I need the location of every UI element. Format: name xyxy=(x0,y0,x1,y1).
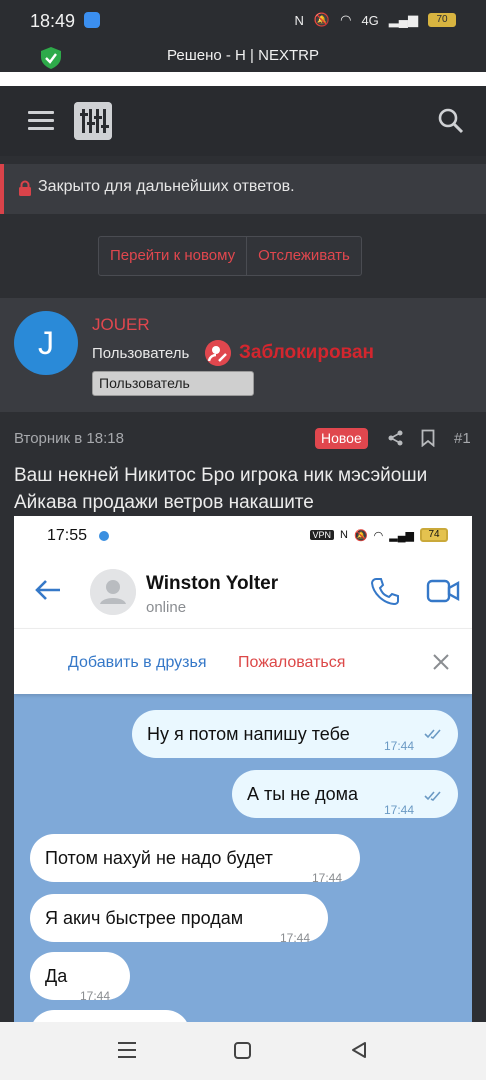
home-icon[interactable] xyxy=(234,1042,251,1059)
video-call-icon xyxy=(426,579,460,603)
user-title-badge: Пользователь xyxy=(92,371,254,396)
contact-status: online xyxy=(146,599,187,616)
message-text: А ты не дома xyxy=(247,784,359,804)
app-notification-icon xyxy=(84,12,100,28)
divider xyxy=(0,72,486,86)
signal-icon: ▂▄▆ xyxy=(388,12,418,27)
wifi-icon: ◠ xyxy=(373,529,384,542)
battery-icon: 74 xyxy=(420,528,448,542)
closed-notice: Закрыто для дальнейших ответов. xyxy=(0,164,486,214)
mute-icon: 🔕 xyxy=(353,529,368,542)
embedded-status-bar: 17:55 VPN N 🔕 ◠ ▂▄▆ 74 xyxy=(14,516,472,556)
post-body-text: Ваш некней Никитос Бро игрока ник мэсэйо… xyxy=(14,465,428,513)
read-checkmarks-icon xyxy=(424,791,441,801)
back-arrow-icon xyxy=(35,580,60,600)
share-icon[interactable] xyxy=(388,430,404,446)
author-role: Пользователь xyxy=(92,345,190,362)
page-title: Решено - Н | NEXTRP xyxy=(167,47,319,64)
search-icon[interactable] xyxy=(438,108,464,134)
message-text: Да xyxy=(45,966,68,986)
hamburger-icon[interactable] xyxy=(28,111,54,131)
contact-avatar xyxy=(90,569,136,615)
message-text: Потом нахуй не надо будет xyxy=(45,848,273,868)
avatar[interactable]: J xyxy=(14,311,78,375)
mute-icon: 🔕 xyxy=(313,12,331,27)
message-text: Я акич быстрее продам xyxy=(45,908,244,928)
message-time: 17:44 xyxy=(280,931,311,945)
chat-message: Да 17:44 xyxy=(30,952,130,1003)
message-time: 17:44 xyxy=(384,739,415,753)
signal-icon: ▂▄▆ xyxy=(389,529,414,542)
message-text: Ну я потом напишу тебе xyxy=(147,724,350,744)
nfc-icon: N xyxy=(340,529,348,541)
battery-icon: 70 xyxy=(428,13,456,27)
forum-navbar xyxy=(0,86,486,156)
browser-title-bar: Решено - Н | NEXTRP xyxy=(0,40,486,72)
chat-message: Потом нахуй не надо будет 17:44 xyxy=(30,834,360,885)
bookmark-icon[interactable] xyxy=(421,429,435,447)
telegram-notification-icon xyxy=(99,531,109,541)
contact-name: Winston Yolter xyxy=(146,573,279,594)
chat-message-partial xyxy=(30,1010,190,1022)
chat-message: Я акич быстрее продам 17:44 xyxy=(30,894,328,945)
banned-user-icon xyxy=(205,340,231,366)
closed-notice-text: Закрыто для дальнейших ответов. xyxy=(38,178,295,195)
report-link: Пожаловаться xyxy=(238,654,346,671)
logo-icon[interactable] xyxy=(74,102,112,140)
post-author-block: J JOUER Пользователь Заблокирован Пользо… xyxy=(0,298,486,412)
close-icon xyxy=(433,654,449,670)
read-checkmarks-icon xyxy=(424,729,441,739)
post-header: Вторник в 18:18 Новое #1 xyxy=(0,412,486,462)
message-time: 17:44 xyxy=(312,871,343,885)
watch-button[interactable]: Отслеживать xyxy=(246,237,361,275)
post-attachment-screenshot[interactable]: 17:55 VPN N 🔕 ◠ ▂▄▆ 74 Winston Yolter on… xyxy=(14,516,472,1022)
author-name[interactable]: JOUER xyxy=(92,315,150,335)
system-icons: N 🔕 ◠ 4G ▂▄▆ 70 xyxy=(295,12,456,28)
status-time: 18:49 xyxy=(30,11,76,31)
vpn-badge: VPN xyxy=(309,530,335,540)
network-type: 4G xyxy=(361,12,379,28)
nfc-icon: N xyxy=(294,12,304,28)
banned-status: Заблокирован xyxy=(239,342,375,363)
phone-icon xyxy=(370,578,399,606)
add-friend-link: Добавить в друзья xyxy=(68,654,207,671)
chat-message: А ты не дома 17:44 xyxy=(232,770,458,818)
message-time: 17:44 xyxy=(384,803,415,817)
post-date[interactable]: Вторник в 18:18 xyxy=(14,430,124,447)
chat-message: Ну я потом напишу тебе 17:44 xyxy=(132,710,458,758)
system-navigation-bar xyxy=(0,1022,486,1080)
chat-actions-bar: Добавить в друзья Пожаловаться xyxy=(14,628,472,694)
back-icon[interactable] xyxy=(350,1041,368,1059)
recents-icon[interactable] xyxy=(118,1042,136,1058)
chat-header: Winston Yolter online xyxy=(14,556,472,628)
embedded-system-icons: VPN N 🔕 ◠ ▂▄▆ 74 xyxy=(309,528,448,542)
chat-messages: Ну я потом напишу тебе 17:44 А ты не дом… xyxy=(14,694,472,1022)
wifi-icon: ◠ xyxy=(340,12,352,27)
new-badge: Новое xyxy=(315,428,368,449)
post-number[interactable]: #1 xyxy=(454,430,471,447)
lock-icon xyxy=(19,180,31,196)
status-bar: 18:49 N 🔕 ◠ 4G ▂▄▆ 70 xyxy=(0,0,486,40)
go-to-new-button[interactable]: Перейти к новому xyxy=(99,237,246,275)
embedded-time: 17:55 xyxy=(47,527,88,544)
thread-button-group: Перейти к новому Отслеживать xyxy=(98,236,362,276)
